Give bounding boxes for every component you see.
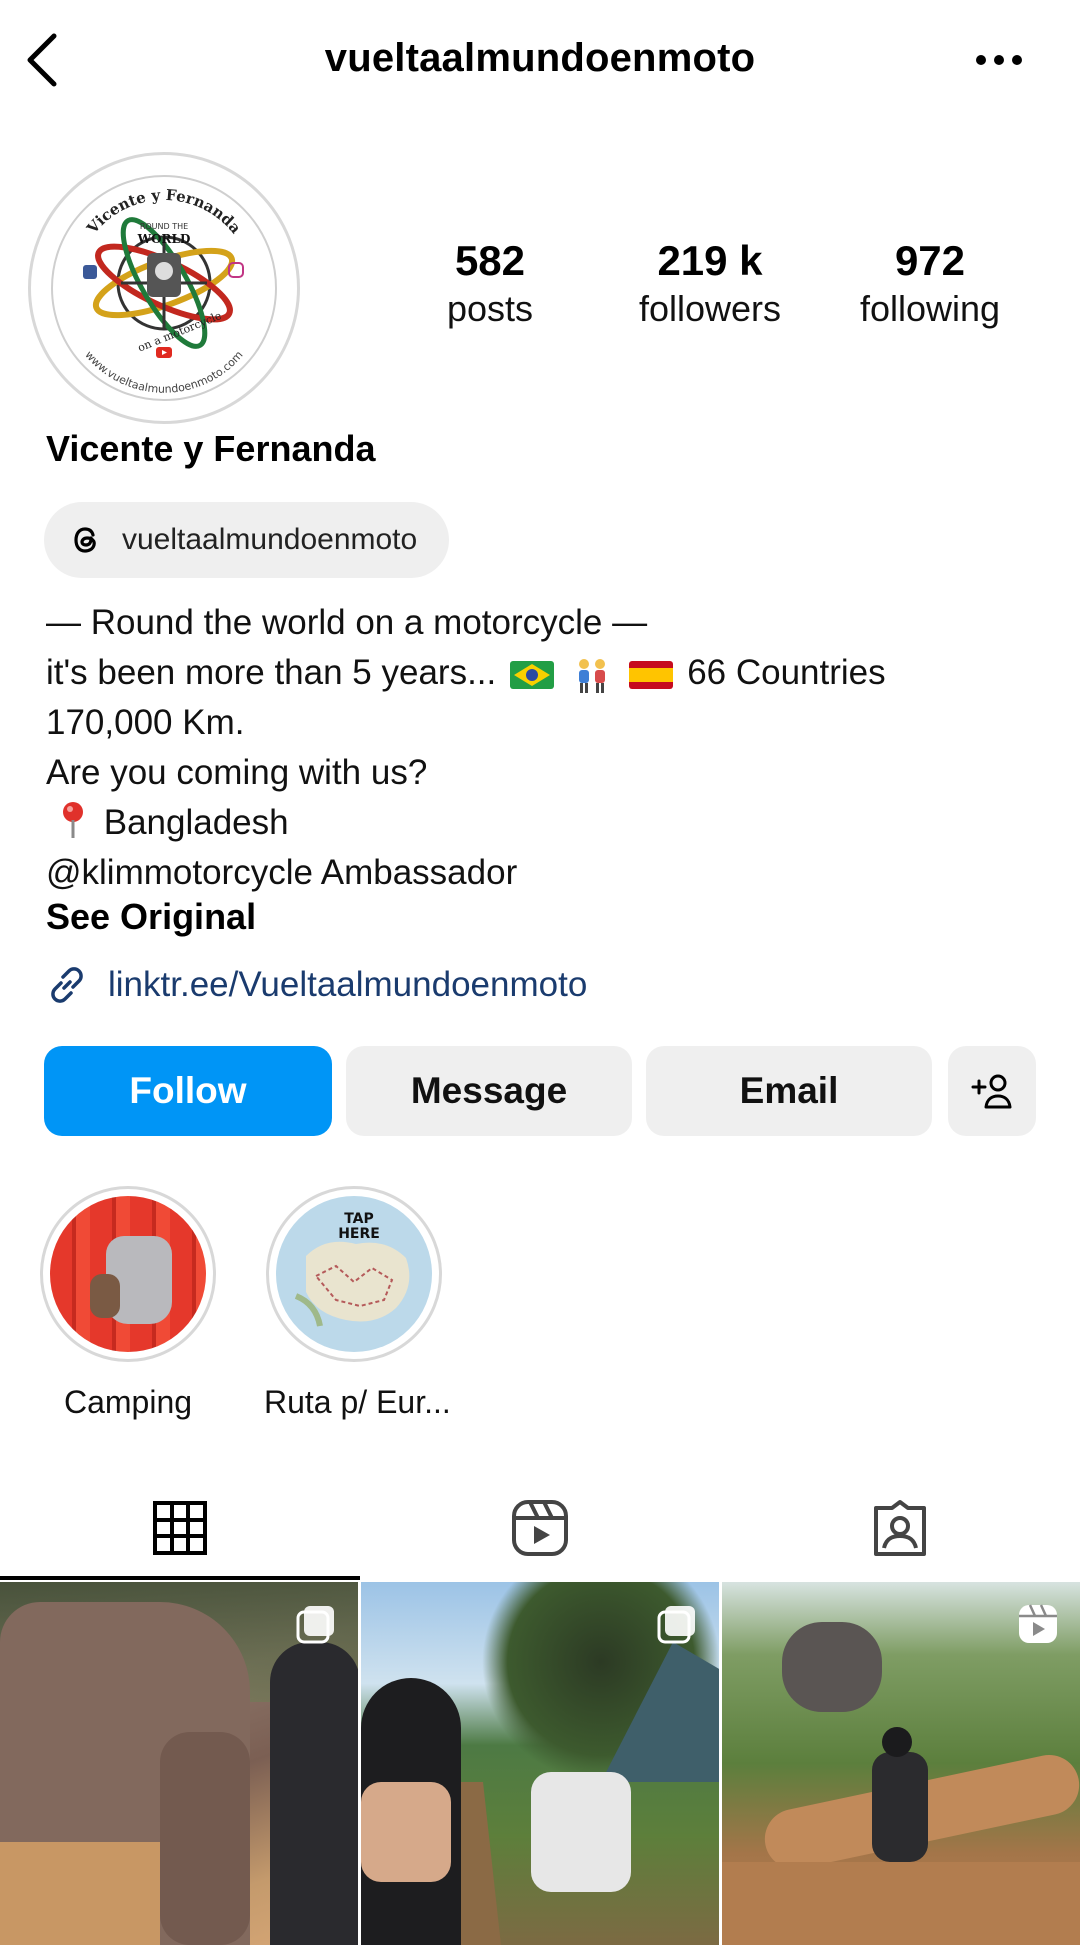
profile-username-title: vueltaalmundoenmoto <box>324 36 756 80</box>
bio-mention-line[interactable]: @klimmotorcycle Ambassador <box>46 848 1046 898</box>
highlight-label: Camping <box>63 1384 193 1420</box>
highlight-cover-map: TAP HERE <box>276 1196 432 1352</box>
bio-line: — Round the world on a motorcycle — <box>46 603 648 642</box>
tab-tagged[interactable] <box>720 1472 1080 1584</box>
following-count: 972 <box>894 237 966 284</box>
suggested-people-button[interactable] <box>948 1046 1036 1136</box>
threads-badge[interactable]: vueltaalmundoenmoto <box>44 502 450 578</box>
profile-stats: 582 posts 219 k followers 972 following <box>390 236 1030 332</box>
add-person-icon <box>971 1074 1012 1109</box>
highlight-label: Ruta p/ Eur... <box>264 1384 451 1420</box>
link-icon <box>51 967 83 1003</box>
post-grid <box>0 1582 1080 1945</box>
couple-icon <box>572 655 612 695</box>
threads-logo-icon <box>74 527 96 553</box>
bio-line: Are you coming with us? <box>46 753 428 792</box>
following-label: following <box>859 288 1001 329</box>
follow-button[interactable]: Follow <box>44 1046 332 1136</box>
carousel-icon <box>294 1602 338 1651</box>
profile-bio: — Round the world on a motorcycle — it's… <box>46 598 1046 898</box>
bio-text: Bangladesh <box>103 803 289 842</box>
posts-stat[interactable]: 582 posts <box>390 236 590 332</box>
tab-posts-grid[interactable] <box>0 1472 360 1584</box>
bio-line: Bangladesh <box>46 798 1046 848</box>
reel-icon <box>1016 1602 1060 1651</box>
posts-count: 582 <box>454 237 526 284</box>
followers-stat[interactable]: 219 k followers <box>610 236 810 332</box>
carousel-icon <box>655 1602 699 1651</box>
location-pin-icon <box>63 802 83 838</box>
threads-handle: vueltaalmundoenmoto <box>122 523 418 556</box>
followers-count: 219 k <box>657 237 763 284</box>
avatar-logo: Vicente y Fernanda www.vueltaalmundoenmo… <box>36 160 292 416</box>
top-bar: vueltaalmundoenmoto <box>0 0 1080 120</box>
grid-post-elephant[interactable] <box>0 1582 358 1945</box>
spain-flag-icon <box>629 660 674 689</box>
profile-link[interactable]: linktr.ee/Vueltaalmundoenmoto <box>44 962 587 1008</box>
bio-text: it's been more than 5 years... <box>46 653 506 692</box>
bio-line: 170,000 Km. <box>46 703 245 742</box>
profile-avatar[interactable]: Vicente y Fernanda www.vueltaalmundoenmo… <box>28 152 300 424</box>
profile-display-name: Vicente y Fernanda <box>46 428 376 469</box>
grid-post-motorcycle-forest[interactable] <box>361 1582 719 1945</box>
grid-post-dirt-road-rider[interactable] <box>722 1582 1080 1945</box>
highlight-ring: TAP HERE <box>266 1186 442 1362</box>
grid-icon <box>153 1501 207 1555</box>
svg-text:WORLD: WORLD <box>137 232 191 246</box>
highlight-cover-camping <box>50 1196 206 1352</box>
followers-label: followers <box>638 288 782 329</box>
highlight-ruta-europa[interactable]: TAP HERE Ruta p/ Eur... <box>264 1186 451 1421</box>
following-stat[interactable]: 972 following <box>830 236 1030 332</box>
brazil-flag-icon <box>509 660 554 689</box>
message-button[interactable]: Message <box>346 1046 632 1136</box>
reels-icon <box>512 1500 568 1556</box>
bio-line: it's been more than 5 years... 66 Countr… <box>46 648 1046 698</box>
profile-tabs <box>0 1472 1080 1584</box>
more-options-button[interactable] <box>974 40 1024 80</box>
svg-text:ROUND THE: ROUND THE <box>140 222 188 231</box>
map-cover-text: TAP HERE <box>338 1211 380 1242</box>
active-tab-indicator <box>0 1576 360 1580</box>
email-button[interactable]: Email <box>646 1046 932 1136</box>
more-horizontal-icon <box>976 55 1022 65</box>
highlight-ring <box>40 1186 216 1362</box>
tagged-icon <box>874 1500 926 1556</box>
highlight-camping[interactable]: Camping <box>38 1186 218 1421</box>
tab-reels[interactable] <box>360 1472 720 1584</box>
bio-text: 66 Countries <box>687 653 886 692</box>
link-url: linktr.ee/Vueltaalmundoenmoto <box>108 965 588 1004</box>
see-original-button[interactable]: See Original <box>46 896 256 938</box>
posts-label: posts <box>446 288 534 329</box>
